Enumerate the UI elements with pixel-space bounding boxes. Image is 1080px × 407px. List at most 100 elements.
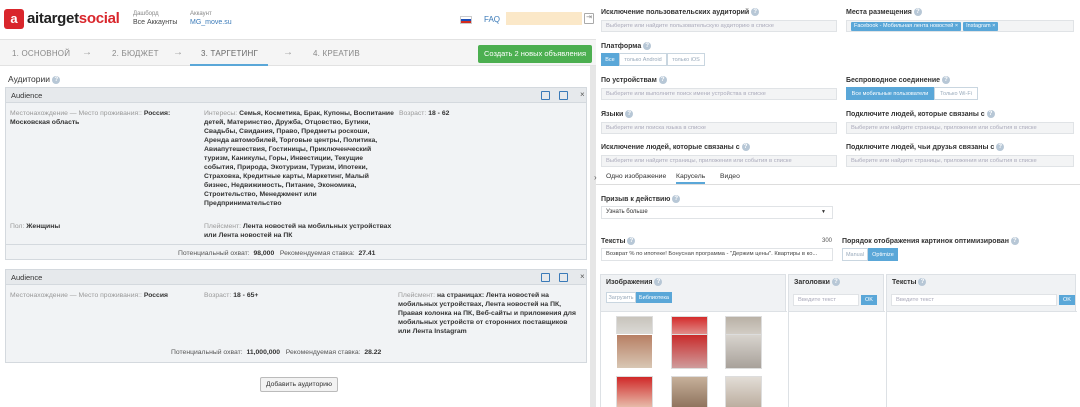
cta-value: Узнать больше: [606, 209, 648, 215]
placement-tag[interactable]: Instagram ×: [963, 22, 999, 31]
help-icon[interactable]: ?: [672, 195, 681, 203]
step-targeting[interactable]: 3. ТАРГЕТИНГ: [201, 49, 258, 58]
interests-label: Интересы:: [204, 110, 238, 117]
headlines-label: Заголовки ?: [794, 278, 840, 286]
russia-flag-icon[interactable]: [460, 16, 472, 24]
placement-tag[interactable]: Facebook - Мобильная лента новостей ×: [851, 22, 962, 31]
step-budget[interactable]: 2. БЮДЖЕТ: [112, 49, 159, 58]
wireless-label: Беспроводное соединение ?: [846, 76, 950, 84]
order-option-manual[interactable]: Manual: [842, 248, 868, 261]
reach-row: Потенциальный охват: 98,000 Рекомендуема…: [178, 249, 478, 258]
platform-option-ios[interactable]: только iOS: [667, 53, 705, 66]
bid-label: Рекомендуемая ставка:: [279, 250, 355, 257]
logo-text[interactable]: aitargetsocial: [27, 10, 120, 27]
help-icon[interactable]: ?: [625, 110, 634, 118]
devices-input[interactable]: Выберите или выполните поиск имени устро…: [601, 88, 837, 100]
user-field[interactable]: [506, 12, 582, 25]
image-thumbnail[interactable]: [616, 376, 653, 407]
help-icon[interactable]: ?: [643, 42, 652, 50]
audiences-title-text: Аудитории: [8, 74, 50, 84]
help-icon[interactable]: ?: [913, 8, 922, 16]
gender-value: Женщины: [26, 223, 61, 230]
connected-input[interactable]: Выберите или найдите страницы, приложени…: [846, 122, 1074, 134]
close-icon[interactable]: ×: [580, 90, 585, 99]
library-tab[interactable]: Библиотека: [636, 292, 672, 303]
account-label: Аккаунт: [190, 11, 212, 17]
exclude-connected-label-text: Исключение людей, которые связаны с: [601, 143, 740, 151]
age-label: Возраст:: [204, 292, 232, 299]
help-icon[interactable]: ?: [996, 143, 1005, 151]
placement-label: Плейсмент:: [204, 223, 242, 230]
step-creative[interactable]: 4. КРЕАТИВ: [313, 49, 360, 58]
help-icon[interactable]: ?: [658, 76, 667, 84]
placement-label: Плейсмент:: [398, 292, 436, 299]
placements-input[interactable]: Facebook - Мобильная лента новостей × Ins…: [846, 20, 1074, 32]
exclude-connected-input[interactable]: Выберите или найдите страницы, приложени…: [601, 155, 837, 167]
close-icon[interactable]: ×: [580, 272, 585, 281]
image-thumbnail[interactable]: [616, 334, 653, 369]
location-value: Россия: [143, 292, 168, 299]
reach-value: 98,000: [253, 250, 275, 257]
add-audience-button[interactable]: Добавить аудиторию: [260, 377, 338, 392]
image-thumbnail[interactable]: [725, 376, 762, 407]
help-icon[interactable]: ?: [52, 75, 61, 84]
image-thumbnail[interactable]: [671, 376, 708, 407]
order-option-optimize[interactable]: Optimize: [868, 248, 898, 261]
location-label: Местонахождение — Место проживания::: [10, 110, 142, 117]
platform-option-android[interactable]: только Android: [619, 53, 667, 66]
texts-panel: Тексты ? Введите текст OK: [886, 274, 1077, 407]
wireless-option-wifi[interactable]: Только Wi-Fi: [934, 87, 978, 100]
friends-connected-input[interactable]: Выберите или найдите страницы, приложени…: [846, 155, 1074, 167]
headline-input[interactable]: Введите текст: [793, 294, 859, 306]
headlines-label-text: Заголовки: [794, 278, 830, 286]
faq-link[interactable]: FAQ: [484, 15, 500, 24]
help-icon[interactable]: ?: [627, 237, 636, 245]
help-icon[interactable]: ?: [942, 76, 950, 84]
upload-tab[interactable]: Загрузить: [606, 292, 636, 303]
help-icon[interactable]: ?: [654, 278, 663, 286]
dashboard-select[interactable]: Все Аккаунты: [133, 19, 177, 26]
create-ads-button[interactable]: Создать 2 новых объявления: [478, 45, 592, 63]
account-select[interactable]: MG_move.su: [190, 19, 232, 26]
help-icon[interactable]: ?: [918, 278, 927, 286]
tab-carousel[interactable]: Карусель: [676, 173, 706, 184]
exclude-audiences-input[interactable]: Выберите или найдите пользовательскую ау…: [601, 20, 837, 32]
location-label: Местонахождение — Место проживания::: [10, 292, 142, 299]
text-input[interactable]: Введите текст: [891, 294, 1057, 306]
text-ok-button[interactable]: OK: [1059, 295, 1075, 305]
step-main[interactable]: 1. ОСНОВНОЙ: [12, 49, 70, 58]
help-icon[interactable]: ?: [1010, 237, 1019, 245]
active-step-indicator: [190, 64, 268, 66]
texts-input[interactable]: Возврат % по ипотеке! Бонусная программа…: [601, 248, 833, 261]
logout-icon[interactable]: ⇥: [584, 13, 594, 24]
order-label: Порядок отображения картинок оптимизиров…: [842, 237, 1019, 245]
cta-select[interactable]: Узнать больше ▼: [601, 206, 833, 219]
copy-icon[interactable]: [559, 91, 568, 100]
texts-label-text: Тексты: [601, 237, 626, 245]
headlines-list: [789, 311, 885, 407]
help-icon[interactable]: ?: [751, 8, 760, 16]
copy-icon[interactable]: [559, 273, 568, 282]
help-icon[interactable]: ?: [741, 143, 750, 151]
collapse-handle-icon[interactable]: ›: [594, 173, 597, 182]
image-thumbnail[interactable]: [725, 334, 762, 369]
image-thumbnail[interactable]: [671, 334, 708, 369]
tab-video[interactable]: Видео: [720, 173, 740, 184]
devices-label: По устройствам ?: [601, 76, 667, 84]
image-library: [601, 311, 787, 407]
gender-block: Пол: Женщины: [10, 222, 200, 231]
step-arrow-icon: →: [283, 47, 293, 58]
languages-label: Языки ?: [601, 110, 634, 118]
headline-ok-button[interactable]: OK: [861, 295, 877, 305]
audience-card-header: Audience: [6, 270, 586, 285]
texts-label: Тексты ?: [601, 237, 636, 245]
help-icon[interactable]: ?: [831, 278, 840, 286]
edit-icon[interactable]: [541, 273, 550, 282]
languages-input[interactable]: Выберите или поиска языка в списке: [601, 122, 837, 134]
wireless-option-all[interactable]: Все мобильные пользователи: [846, 87, 934, 100]
edit-icon[interactable]: [541, 91, 550, 100]
help-icon[interactable]: ?: [986, 110, 995, 118]
platform-option-all[interactable]: Все: [601, 53, 619, 66]
tab-single-image[interactable]: Одно изображение: [606, 173, 666, 184]
friends-connected-label: Подключите людей, чьи друзья связаны с ?: [846, 143, 1005, 151]
